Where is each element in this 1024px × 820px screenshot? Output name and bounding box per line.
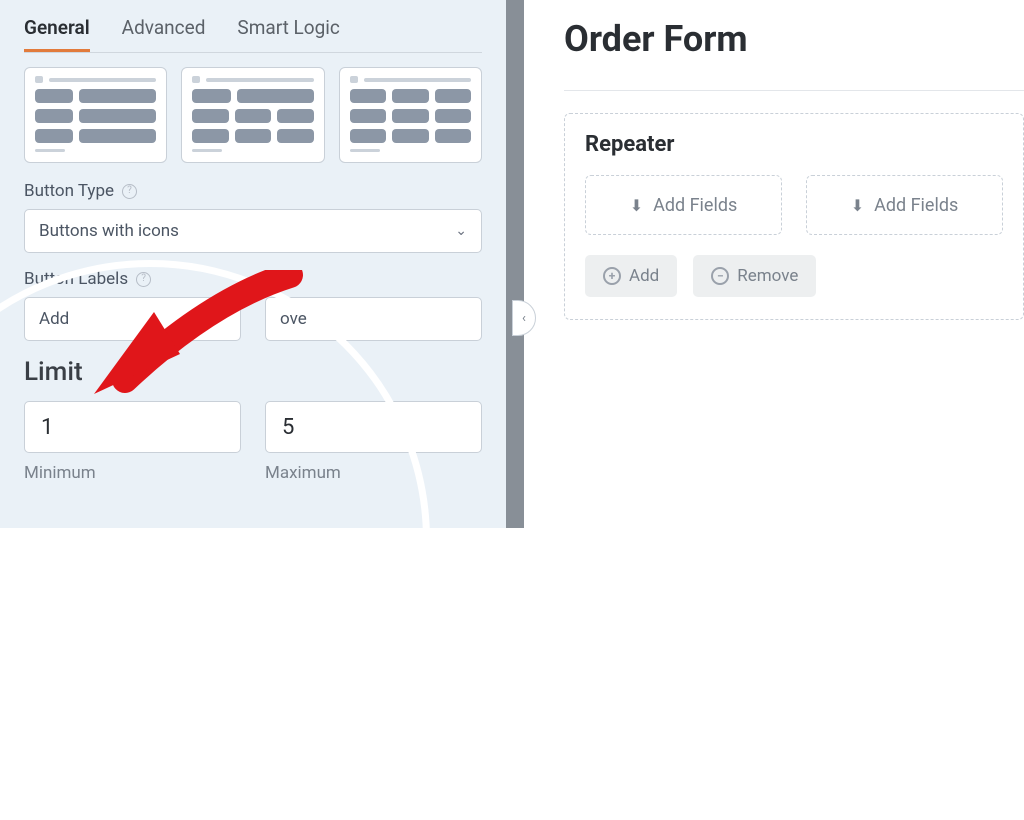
minimum-input[interactable]: 1 xyxy=(24,401,241,453)
minus-circle-icon: − xyxy=(711,267,729,285)
download-icon: ⬇ xyxy=(851,196,864,215)
repeater-field[interactable]: Repeater ⬇ Add Fields ⬇ Add Fields + Add… xyxy=(564,113,1024,320)
form-preview: Order Form Repeater ⬇ Add Fields ⬇ Add F… xyxy=(524,0,1024,528)
annotation-circle xyxy=(0,260,430,820)
button-type-select[interactable]: Buttons with icons ⌄ xyxy=(24,209,482,253)
add-button-label: Add xyxy=(629,266,659,286)
button-type-label: Button Type xyxy=(24,181,114,201)
add-button[interactable]: + Add xyxy=(585,255,677,297)
add-fields-slot[interactable]: ⬇ Add Fields xyxy=(806,175,1003,235)
remove-label-input[interactable]: ove xyxy=(265,297,482,341)
tab-general[interactable]: General xyxy=(24,10,90,52)
layout-option-3[interactable] xyxy=(339,67,482,163)
form-title: Order Form xyxy=(564,18,1024,60)
limit-inputs: 1 Minimum 5 Maximum xyxy=(24,401,482,483)
panel-divider: ‹ xyxy=(506,0,524,528)
button-labels-field: Button Labels ? Add ove xyxy=(24,269,482,341)
remove-button-label: Remove xyxy=(737,266,798,286)
button-type-field: Button Type ? Buttons with icons ⌄ xyxy=(24,181,482,253)
minimum-label: Minimum xyxy=(24,463,241,483)
repeater-title: Repeater xyxy=(585,132,1003,157)
tab-bar: General Advanced Smart Logic xyxy=(24,0,482,53)
settings-sidebar: General Advanced Smart Logic xyxy=(0,0,506,528)
button-type-value: Buttons with icons xyxy=(39,221,179,241)
chevron-left-icon: ‹ xyxy=(522,311,526,326)
layout-options xyxy=(24,67,482,163)
plus-circle-icon: + xyxy=(603,267,621,285)
limit-section-title: Limit xyxy=(24,357,482,387)
add-label-input[interactable]: Add xyxy=(24,297,241,341)
remove-button[interactable]: − Remove xyxy=(693,255,816,297)
maximum-label: Maximum xyxy=(265,463,482,483)
slot-label: Add Fields xyxy=(874,195,958,216)
maximum-input[interactable]: 5 xyxy=(265,401,482,453)
download-icon: ⬇ xyxy=(630,196,643,215)
layout-option-1[interactable] xyxy=(24,67,167,163)
help-icon[interactable]: ? xyxy=(122,184,137,199)
slot-label: Add Fields xyxy=(653,195,737,216)
chevron-down-icon: ⌄ xyxy=(455,223,467,239)
divider-line xyxy=(564,90,1024,91)
help-icon[interactable]: ? xyxy=(136,272,151,287)
tab-smart-logic[interactable]: Smart Logic xyxy=(237,10,339,52)
layout-option-2[interactable] xyxy=(181,67,324,163)
add-fields-slot[interactable]: ⬇ Add Fields xyxy=(585,175,782,235)
button-labels-label: Button Labels xyxy=(24,269,128,289)
tab-advanced[interactable]: Advanced xyxy=(122,10,206,52)
